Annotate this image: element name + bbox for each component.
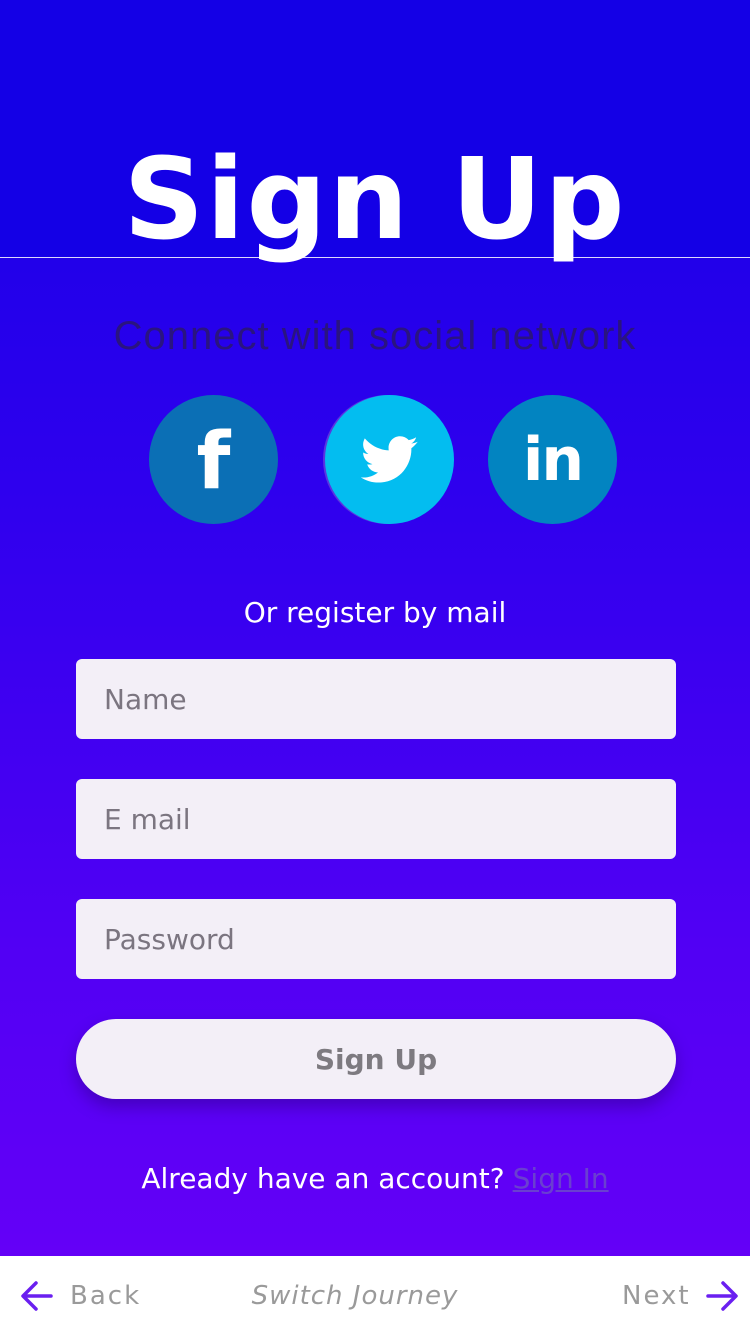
linkedin-button[interactable]: in — [488, 395, 617, 524]
next-label: Next — [622, 1280, 691, 1311]
next-button[interactable]: Next — [622, 1256, 739, 1335]
already-account-text: Already have an account? — [141, 1162, 505, 1195]
name-input[interactable] — [76, 659, 676, 739]
arrow-right-icon — [705, 1280, 738, 1311]
bottom-nav-bar: Back Switch Journey Next — [0, 1256, 750, 1335]
back-label: Back — [70, 1280, 142, 1311]
social-heading: Connect with social network — [113, 314, 637, 358]
twitter-button[interactable] — [325, 395, 454, 524]
page-title: Sign Up — [123, 135, 627, 265]
facebook-icon: f — [196, 416, 231, 507]
signup-screen: Sign Up Connect with social network f in… — [0, 0, 750, 1256]
sign-in-link[interactable]: Sign In — [513, 1162, 609, 1195]
email-input[interactable] — [76, 779, 676, 859]
arrow-left-icon — [21, 1280, 53, 1311]
header: Sign Up — [0, 0, 750, 265]
twitter-icon — [360, 435, 418, 483]
register-by-mail-label: Or register by mail — [243, 596, 507, 629]
already-account-line: Already have an account? Sign In — [0, 1162, 750, 1195]
facebook-button[interactable]: f — [149, 395, 278, 524]
password-input[interactable] — [76, 899, 676, 979]
back-button[interactable]: Back — [20, 1256, 141, 1335]
linkedin-icon: in — [522, 424, 584, 495]
sign-up-button[interactable]: Sign Up — [76, 1019, 676, 1099]
